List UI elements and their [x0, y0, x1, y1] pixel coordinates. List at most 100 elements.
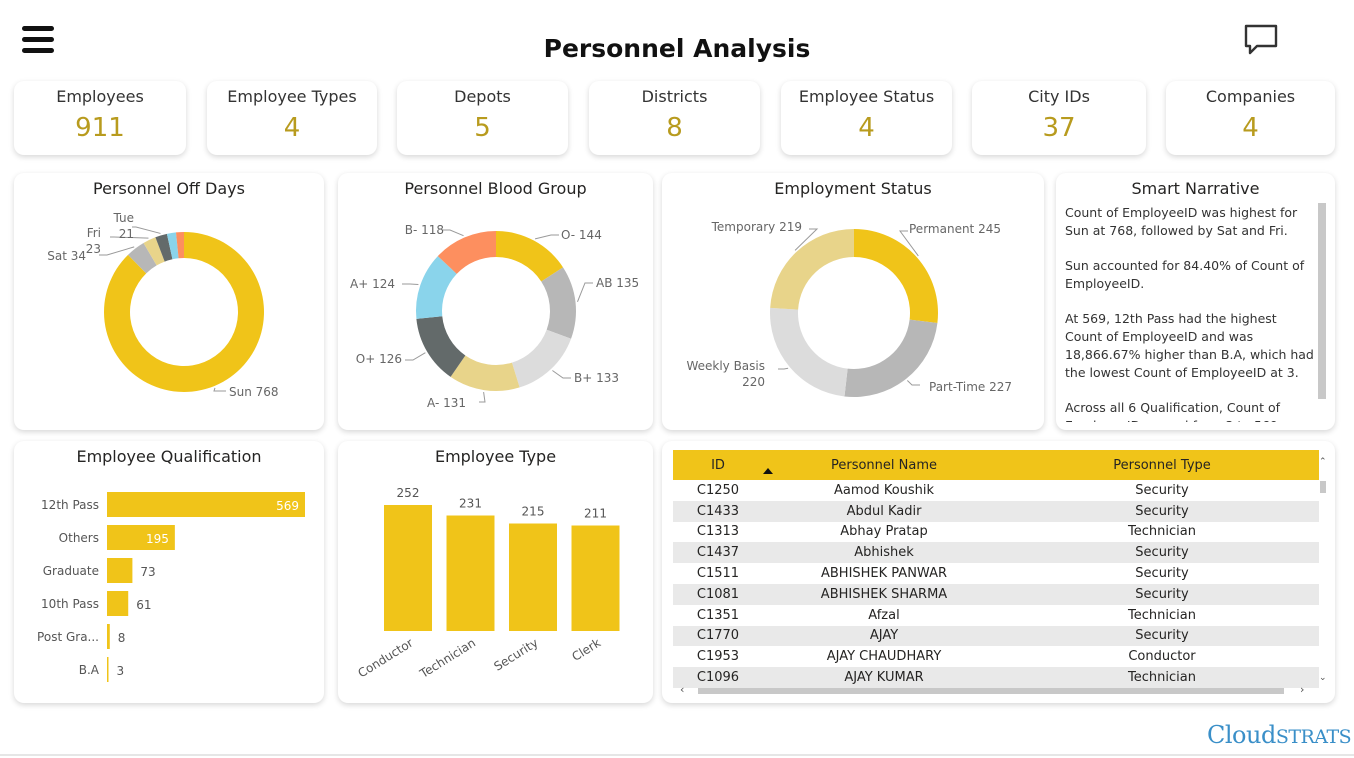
table-row[interactable]: C1953 AJAY CHAUDHARY Conductor	[673, 646, 1319, 668]
kpi-card-companies[interactable]: Companies 4	[1166, 81, 1335, 155]
off-days-donut-chart[interactable]: Sun 768 Sat 34Fri 23 Tue 21	[14, 173, 324, 430]
data-label: 215	[522, 505, 545, 519]
blood-group-donut-chart[interactable]: O- 144 AB 135 B+ 133 A- 131 O+ 126 A+ 124 B- 1…	[338, 173, 653, 430]
narrative-paragraph: Across all 6 Qualification, Count of Emp…	[1065, 400, 1282, 422]
kpi-value: 8	[666, 113, 683, 143]
bar[interactable]	[107, 558, 133, 583]
scrollbar-thumb[interactable]	[698, 688, 1284, 694]
table-row[interactable]: C1511 ABHISHEK PANWAR Security	[673, 563, 1319, 584]
personnel-table: ID Personnel Name Personnel Type C1250 Aa…	[673, 450, 1319, 688]
donut-slice[interactable]	[511, 329, 572, 388]
cell-id: C1096	[673, 667, 763, 688]
cell-personnel-type: Conductor	[1005, 646, 1319, 668]
kpi-card-employee-status[interactable]: Employee Status 4	[781, 81, 952, 155]
leader-line	[132, 226, 161, 234]
employment-status-donut-chart[interactable]: Permanent 245 Part-Time 227 Weekly Basis 22…	[662, 173, 1044, 430]
kpi-card-employee-types[interactable]: Employee Types 4	[207, 81, 377, 155]
bar[interactable]	[446, 515, 495, 632]
table-row[interactable]: C1770 AJAY Security	[673, 625, 1319, 647]
kpi-value: 37	[1042, 113, 1076, 143]
donut-slice[interactable]	[770, 229, 854, 310]
leader-line	[778, 367, 789, 370]
cell-id: C1511	[673, 563, 763, 584]
kpi-value: 4	[1242, 113, 1259, 143]
scroll-left-icon[interactable]: ‹	[680, 683, 684, 696]
donut-slice[interactable]	[854, 229, 938, 323]
data-label: Sat 34	[47, 249, 86, 263]
category-label: Post Gra...	[37, 630, 99, 644]
sort-ascending-icon[interactable]	[763, 468, 773, 474]
kpi-card-employees[interactable]: Employees 911	[14, 81, 186, 155]
cell-personnel-name: ABHISHEK SHARMA	[763, 583, 1005, 605]
table-row[interactable]: C1351 Afzal Technician	[673, 604, 1319, 626]
kpi-card-city-ids[interactable]: City IDs 37	[972, 81, 1146, 155]
data-label: 220	[742, 375, 765, 389]
employee-type-bar-chart[interactable]: 252 Conductor 231 Technician 215 Security 211 C…	[338, 441, 653, 703]
category-label: Clerk	[569, 636, 603, 664]
bar[interactable]	[384, 505, 432, 631]
bar[interactable]	[107, 624, 110, 649]
leader-line	[99, 246, 135, 256]
category-label: Technician	[417, 636, 478, 682]
kpi-label: Companies	[1205, 87, 1296, 106]
cell-personnel-name: AJAY KUMAR	[763, 667, 1005, 688]
data-label: 61	[136, 598, 151, 612]
scroll-up-icon[interactable]: ⌃	[1319, 457, 1327, 467]
table-horizontal-scrollbar[interactable]: ‹ ›	[680, 683, 1308, 696]
data-label: Fri	[87, 226, 101, 240]
kpi-card-depots[interactable]: Depots 5	[397, 81, 568, 155]
leader-line	[479, 391, 486, 403]
data-label: 231	[459, 497, 482, 511]
cell-personnel-name: Abdul Kadir	[763, 500, 1005, 522]
scroll-down-icon[interactable]: ⌄	[1319, 673, 1327, 683]
narrative-scrollbar[interactable]	[1318, 203, 1326, 399]
kpi-value: 911	[75, 113, 125, 143]
column-header-personnel-name[interactable]: Personnel Name	[763, 450, 1005, 480]
cell-personnel-name: Abhay Pratap	[763, 521, 1005, 543]
employee-type-chart-card: Employee Type 252 Conductor 231 Technician 2…	[338, 441, 653, 703]
scroll-right-icon[interactable]: ›	[1300, 683, 1304, 696]
cell-personnel-name: Aamod Koushik	[763, 480, 1005, 501]
cell-personnel-type: Technician	[1005, 604, 1319, 626]
cell-id: C1081	[673, 583, 763, 605]
data-label: 23	[86, 242, 101, 256]
column-header-personnel-type[interactable]: Personnel Type	[1005, 450, 1319, 480]
category-label: Conductor	[355, 636, 415, 681]
table-row[interactable]: C1433 Abdul Kadir Security	[673, 500, 1319, 522]
page-title: Personnel Analysis	[543, 34, 811, 63]
scrollbar-thumb[interactable]	[1320, 481, 1326, 493]
kpi-label: Employee Types	[227, 87, 357, 106]
category-label: Security	[491, 636, 540, 674]
narrative-title: Smart Narrative	[1131, 179, 1260, 198]
data-label: 252	[397, 486, 420, 500]
kpi-card-districts[interactable]: Districts 8	[589, 81, 760, 155]
kpi-value: 4	[858, 113, 875, 143]
data-label: Permanent 245	[909, 222, 1001, 236]
bar[interactable]	[107, 591, 129, 616]
personnel-table-card: ID Personnel Name Personnel Type C1250 Aa…	[662, 441, 1335, 703]
personnel-table-viewport: ID Personnel Name Personnel Type C1250 Aa…	[673, 450, 1319, 698]
leader-line	[552, 370, 571, 379]
table-row[interactable]: C1096 AJAY KUMAR Technician	[673, 667, 1319, 688]
table-body: C1250 Aamod Koushik Security C1433 Abdul Kad…	[673, 480, 1319, 688]
narrative-paragraph: Count of EmployeeID was highest for Sun …	[1065, 205, 1298, 238]
qualification-bar-chart[interactable]: 12th Pass 569 Others 195 Graduate 73 10th Pass…	[14, 441, 324, 703]
table-row[interactable]: C1250 Aamod Koushik Security	[673, 480, 1319, 501]
table-vertical-scrollbar[interactable]: ⌃ ⌄	[1318, 455, 1328, 691]
table-row[interactable]: C1081 ABHISHEK SHARMA Security	[673, 583, 1319, 605]
table-row[interactable]: C1437 Abhishek Security	[673, 542, 1319, 564]
table-row[interactable]: C1313 Abhay Pratap Technician	[673, 521, 1319, 543]
cell-personnel-type: Security	[1005, 500, 1319, 522]
category-label: Others	[59, 531, 99, 545]
bar[interactable]	[509, 523, 557, 632]
donut-slice[interactable]	[844, 319, 938, 397]
kpi-label: Employees	[56, 87, 144, 106]
cell-personnel-type: Technician	[1005, 521, 1319, 543]
bar[interactable]	[571, 525, 620, 632]
comment-icon[interactable]	[1243, 23, 1279, 57]
column-header-id[interactable]: ID	[673, 450, 763, 480]
cell-personnel-name: AJAY	[763, 625, 1005, 647]
donut-slice[interactable]	[770, 307, 848, 397]
category-label: 12th Pass	[41, 498, 99, 512]
bar[interactable]	[107, 657, 109, 682]
